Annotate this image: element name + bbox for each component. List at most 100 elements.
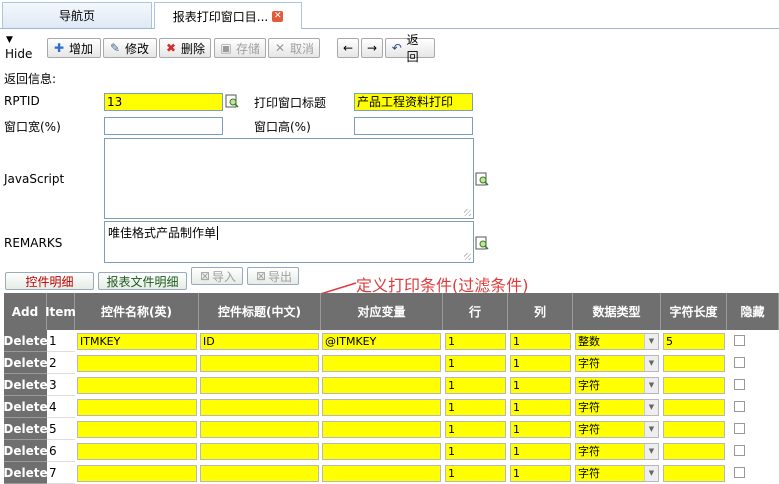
row-input[interactable]: 1 [445,421,506,438]
export-button[interactable]: ⊠ 导出 [247,267,299,285]
dropdown-arrow-icon[interactable]: ▼ [644,334,658,349]
name-en-input[interactable] [77,465,197,482]
col-input[interactable]: 1 [510,377,571,394]
dtype-select[interactable]: 整数 ▼ [575,333,659,350]
title-cn-input[interactable] [200,443,319,460]
delete-row-button[interactable]: Delete [3,330,48,352]
tab-report-print-window[interactable]: 报表打印窗口目... ✕ [154,2,302,29]
length-input[interactable]: 5 [663,333,725,350]
title-cn-input[interactable] [200,377,319,394]
col-input[interactable]: 1 [510,399,571,416]
length-input[interactable] [663,421,725,438]
row-input[interactable]: 1 [445,443,506,460]
dtype-select[interactable]: 字符 ▼ [575,465,659,482]
name-en-input[interactable] [77,377,197,394]
length-input[interactable] [663,399,725,416]
dtype-select[interactable]: 字符 ▼ [575,399,659,416]
tab-navigation[interactable]: 导航页 [2,2,152,28]
cancel-button[interactable]: ✕ 取消 [268,38,320,58]
row-input[interactable]: 1 [445,377,506,394]
dtype-select[interactable]: 字符 ▼ [575,443,659,460]
row-input[interactable]: 1 [445,333,506,350]
tab-controls-detail[interactable]: 控件明细 [5,272,94,290]
hidden-checkbox[interactable] [734,467,745,478]
dropdown-arrow-icon[interactable]: ▼ [644,400,658,415]
name-en-input[interactable] [77,355,197,372]
variable-input[interactable] [322,443,441,460]
variable-input[interactable] [322,355,441,372]
row-input[interactable]: 1 [445,355,506,372]
dropdown-arrow-icon[interactable]: ▼ [644,466,658,481]
col-input[interactable]: 1 [510,355,571,372]
tab-report-files-detail[interactable]: 报表文件明细 [98,272,187,290]
title-cn-input[interactable] [200,421,319,438]
close-icon[interactable]: ✕ [272,10,284,22]
name-en-input[interactable] [77,421,197,438]
dtype-select[interactable]: 字符 ▼ [575,377,659,394]
variable-input[interactable]: @ITMKEY [322,333,441,350]
variable-input[interactable] [322,399,441,416]
name-en-input[interactable]: ITMKEY [77,333,197,350]
edit-button[interactable]: ✎ 修改 [103,38,157,58]
title-cn-input[interactable]: ID [200,333,319,350]
delete-row-button[interactable]: Delete [3,418,48,440]
hidden-checkbox[interactable] [734,379,745,390]
hidden-checkbox[interactable] [734,401,745,412]
lookup-icon[interactable] [225,94,239,108]
lookup-icon[interactable] [475,236,489,250]
col-input[interactable]: 1 [510,421,571,438]
variable-input[interactable] [322,465,441,482]
col-input[interactable]: 1 [510,465,571,482]
title-cn-input[interactable] [200,465,319,482]
hidden-checkbox[interactable] [734,445,745,456]
title-cn-input[interactable] [200,355,319,372]
lookup-icon[interactable] [475,172,489,186]
dropdown-arrow-icon[interactable]: ▼ [644,422,658,437]
delete-row-button[interactable]: Delete [3,440,48,462]
length-input[interactable] [663,443,725,460]
dropdown-arrow-icon[interactable]: ▼ [644,356,658,371]
import-button[interactable]: ⊠ 导入 [191,267,243,285]
add-button[interactable]: ✚ 增加 [47,38,101,58]
delete-row-button[interactable]: Delete [3,462,48,484]
dropdown-arrow-icon[interactable]: ▼ [644,378,658,393]
window-height-field[interactable] [354,117,473,135]
prev-button[interactable]: ← [337,38,359,58]
collapse-arrow-icon[interactable]: ▼ [6,35,13,45]
title-cn-input[interactable] [200,399,319,416]
export-icon: ⊠ [255,269,267,283]
delete-row-button[interactable]: Delete [3,374,48,396]
dropdown-arrow-icon[interactable]: ▼ [644,444,658,459]
dtype-select[interactable]: 字符 ▼ [575,421,659,438]
rptid-field[interactable]: 13 [104,93,223,111]
variable-input[interactable] [322,377,441,394]
delete-row-button[interactable]: Delete [3,396,48,418]
hide-toggle[interactable]: Hide [5,47,32,61]
variable-input[interactable] [322,421,441,438]
delete-button[interactable]: ✖ 删除 [159,38,211,58]
window-width-field[interactable] [104,117,223,135]
row-input[interactable]: 1 [445,465,506,482]
add-row-button[interactable]: Add [4,293,47,330]
hidden-checkbox[interactable] [734,357,745,368]
javascript-textarea[interactable] [104,138,474,219]
hidden-checkbox[interactable] [734,423,745,434]
col-input[interactable]: 1 [510,443,571,460]
name-en-input[interactable] [77,443,197,460]
row-input[interactable]: 1 [445,399,506,416]
length-input[interactable] [663,377,725,394]
col-input[interactable]: 1 [510,333,571,350]
length-input[interactable] [663,355,725,372]
print-window-title-field[interactable]: 产品工程资料打印 [354,93,473,111]
save-button[interactable]: ▣ 存储 [214,38,266,58]
remarks-textarea[interactable]: 唯佳格式产品制作单​ [104,221,474,263]
dtype-select[interactable]: 字符 ▼ [575,355,659,372]
hidden-checkbox[interactable] [734,335,745,346]
name-en-input[interactable] [77,399,197,416]
resize-grip-icon[interactable] [464,253,471,260]
delete-row-button[interactable]: Delete [3,352,48,374]
next-button[interactable]: → [361,38,383,58]
return-button[interactable]: ↶ 返回 [385,33,435,64]
length-input[interactable] [663,465,725,482]
resize-grip-icon[interactable] [464,209,471,216]
